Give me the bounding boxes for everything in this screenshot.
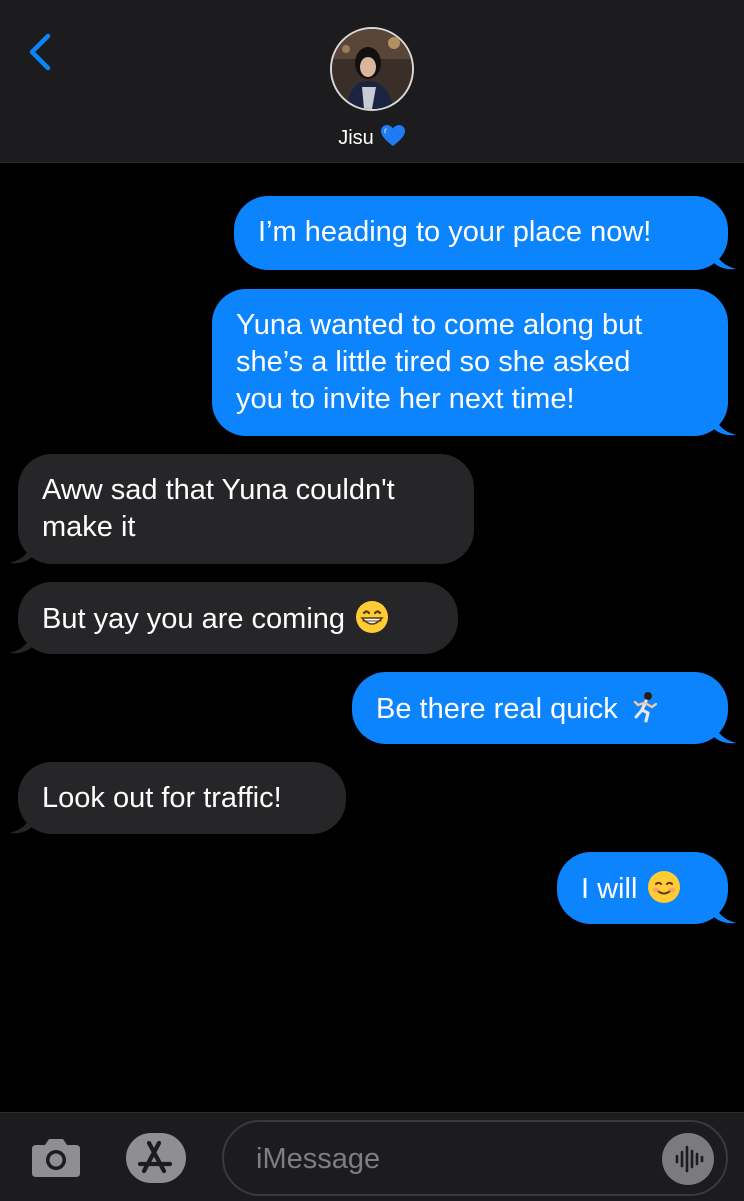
message-text-line: she’s a little tired so she asked	[236, 346, 631, 378]
message-bubble-outgoing[interactable]: Be there real quick	[352, 672, 737, 744]
message-bubble-incoming[interactable]: Look out for traffic!	[9, 762, 346, 834]
message-input-bar: iMessage	[0, 1112, 744, 1201]
grinning-face-emoji-icon	[356, 601, 389, 633]
conversation-header: Jisu	[0, 0, 744, 163]
message-text: But yay you are coming	[42, 603, 346, 635]
camera-button[interactable]	[30, 1135, 82, 1179]
message-text: Be there real quick	[376, 693, 618, 725]
camera-icon	[32, 1139, 80, 1177]
contact-name-row[interactable]: Jisu	[0, 124, 744, 151]
app-store-button[interactable]	[124, 1131, 188, 1185]
message-placeholder: iMessage	[256, 1143, 381, 1175]
contact-name: Jisu	[338, 127, 374, 149]
audio-message-button[interactable]	[662, 1133, 714, 1185]
person-running-emoji-icon	[633, 692, 658, 723]
contact-avatar[interactable]	[330, 27, 414, 111]
message-bubble-outgoing[interactable]: Yuna wanted to come along but she’s a li…	[212, 289, 737, 436]
chevron-left-icon	[29, 33, 51, 71]
smiling-face-emoji-icon	[648, 871, 681, 903]
message-text-line: Aww sad that Yuna couldn't	[42, 474, 395, 506]
message-bubble-outgoing[interactable]: I’m heading to your place now!	[234, 196, 737, 270]
blue-heart-icon	[380, 125, 405, 146]
imessage-input[interactable]: iMessage	[222, 1120, 728, 1196]
message-bubble-incoming[interactable]: Aww sad that Yuna couldn't make it	[9, 454, 474, 564]
back-button[interactable]	[22, 30, 62, 78]
message-bubble-outgoing[interactable]: I will	[557, 852, 737, 924]
message-text: I’m heading to your place now!	[258, 216, 652, 248]
message-text-line: make it	[42, 511, 136, 543]
app-store-icon	[126, 1133, 186, 1183]
audio-waveform-icon	[675, 1145, 704, 1173]
message-text: Look out for traffic!	[42, 782, 282, 814]
message-text-line: you to invite her next time!	[236, 383, 575, 415]
message-bubble-incoming[interactable]: But yay you are coming	[9, 582, 458, 654]
message-text-line: Yuna wanted to come along but	[236, 309, 643, 341]
message-text: I will	[581, 873, 638, 905]
